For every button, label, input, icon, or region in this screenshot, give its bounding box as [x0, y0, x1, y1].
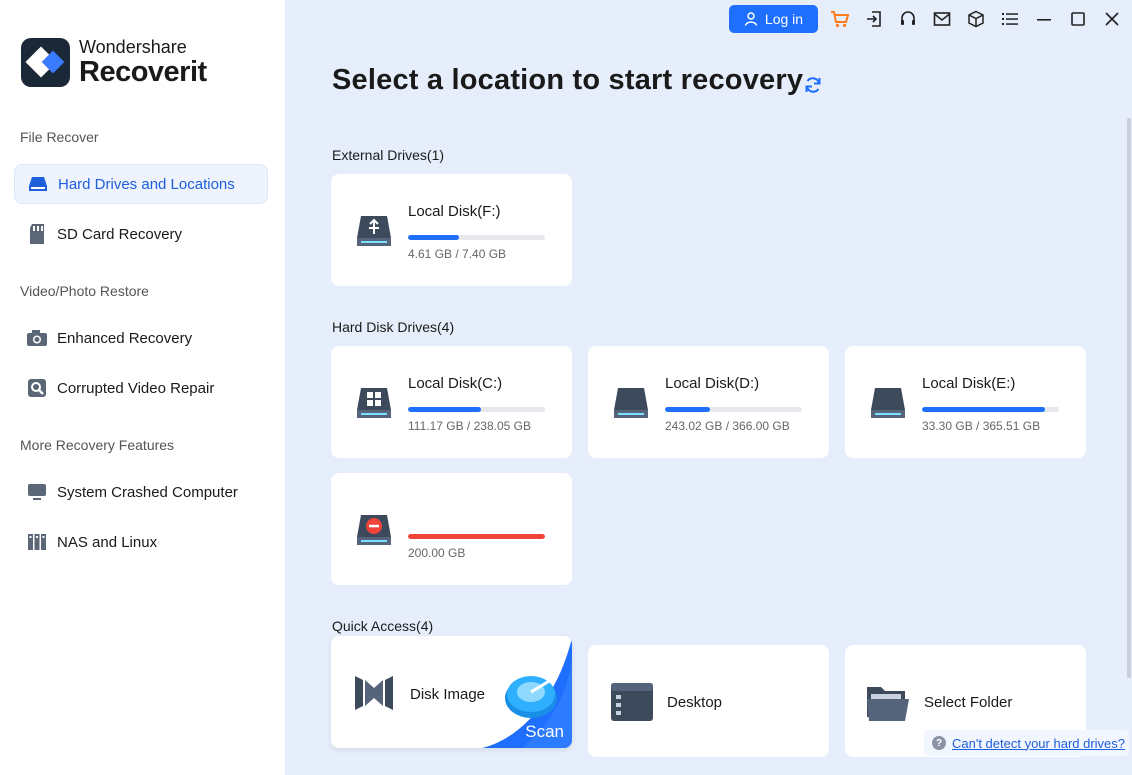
- sidebar-item-label: Corrupted Video Repair: [57, 379, 215, 397]
- logo-brand: Wondershare: [79, 37, 187, 57]
- section-label-more-features: More Recovery Features: [20, 437, 175, 453]
- refresh-icon[interactable]: [803, 75, 823, 95]
- login-label: Log in: [764, 11, 804, 27]
- nas-icon: [26, 532, 48, 552]
- sidebar-item-label: Enhanced Recovery: [57, 329, 193, 347]
- hard-drive-icon: [867, 382, 909, 424]
- folder-icon: [865, 681, 911, 728]
- hard-drive-icon: [27, 174, 49, 194]
- cube-icon[interactable]: [966, 9, 986, 29]
- drive-name: Local Disk(E:): [922, 375, 1016, 392]
- login-button[interactable]: Log in: [729, 5, 818, 33]
- list-menu-icon[interactable]: [1000, 9, 1020, 29]
- usage-bar: [408, 407, 545, 412]
- close-icon[interactable]: [1102, 9, 1122, 29]
- drive-card-unnamed[interactable]: 200.00 GB: [331, 473, 572, 585]
- drive-card-d[interactable]: Local Disk(D:) 243.02 GB / 366.00 GB: [588, 346, 829, 458]
- sidebar-item-label: NAS and Linux: [57, 533, 158, 551]
- scrollbar[interactable]: [1127, 118, 1131, 678]
- error-drive-icon: [353, 509, 395, 551]
- drive-name: Local Disk(D:): [665, 375, 760, 392]
- page-title: Select a location to start recovery: [332, 64, 804, 96]
- drive-card-c[interactable]: Local Disk(C:) 111.17 GB / 238.05 GB: [331, 346, 572, 458]
- group-label-external: External Drives(1): [332, 147, 445, 163]
- quick-access-desktop[interactable]: Desktop: [588, 645, 829, 757]
- sidebar-item-video-repair[interactable]: Corrupted Video Repair: [14, 368, 268, 408]
- usage-bar: [665, 407, 802, 412]
- minimize-icon[interactable]: [1034, 9, 1054, 29]
- cart-icon[interactable]: [830, 9, 850, 29]
- desktop-icon: [610, 681, 654, 728]
- drive-size: 200.00 GB: [408, 546, 466, 560]
- scan-button[interactable]: Scan: [525, 722, 564, 742]
- drive-size: 4.61 GB / 7.40 GB: [408, 247, 507, 261]
- usage-bar: [408, 534, 545, 539]
- scan-disc-icon: [503, 670, 559, 725]
- logo-product: Recoverit: [79, 56, 207, 88]
- drive-card-e[interactable]: Local Disk(E:) 33.30 GB / 365.51 GB: [845, 346, 1086, 458]
- user-icon: [744, 12, 758, 26]
- monitor-icon: [26, 482, 48, 502]
- quick-access-label: Desktop: [667, 694, 723, 711]
- quick-access-disk-image[interactable]: Disk Image Scan: [331, 636, 572, 748]
- cant-detect-link[interactable]: Can't detect your hard drives?: [952, 736, 1125, 751]
- hard-drive-icon: [610, 382, 652, 424]
- sidebar: Wondershare Recoverit File Recover Hard …: [0, 0, 285, 775]
- sidebar-item-hard-drives[interactable]: Hard Drives and Locations: [14, 164, 268, 204]
- sidebar-item-system-crashed[interactable]: System Crashed Computer: [14, 472, 268, 512]
- mail-icon[interactable]: [932, 9, 952, 29]
- drive-name: Local Disk(F:): [408, 203, 501, 220]
- drive-size: 111.17 GB / 238.05 GB: [408, 419, 531, 433]
- quick-access-label: Select Folder: [924, 694, 1013, 711]
- sign-in-icon[interactable]: [864, 9, 884, 29]
- sd-card-icon: [26, 224, 48, 244]
- sidebar-item-sd-card[interactable]: SD Card Recovery: [14, 214, 268, 254]
- group-label-hard: Hard Disk Drives(4): [332, 319, 455, 335]
- drive-card-f[interactable]: Local Disk(F:) 4.61 GB / 7.40 GB: [331, 174, 572, 286]
- help-link-container: ? Can't detect your hard drives?: [924, 730, 1129, 756]
- sidebar-item-nas-linux[interactable]: NAS and Linux: [14, 522, 268, 562]
- sidebar-item-label: System Crashed Computer: [57, 483, 238, 501]
- windows-drive-icon: [353, 382, 395, 424]
- video-repair-icon: [26, 378, 48, 398]
- drive-name: Local Disk(C:): [408, 375, 503, 392]
- usage-bar: [922, 407, 1059, 412]
- drive-size: 243.02 GB / 366.00 GB: [665, 419, 790, 433]
- sidebar-item-label: SD Card Recovery: [57, 225, 183, 243]
- group-label-quick: Quick Access(4): [332, 618, 434, 634]
- sidebar-item-label: Hard Drives and Locations: [58, 175, 235, 193]
- headset-icon[interactable]: [898, 9, 918, 29]
- drive-size: 33.30 GB / 365.51 GB: [922, 419, 1041, 433]
- sidebar-item-enhanced-recovery[interactable]: Enhanced Recovery: [14, 318, 268, 358]
- camera-icon: [26, 328, 48, 348]
- usb-drive-icon: [353, 210, 395, 252]
- maximize-icon[interactable]: [1068, 9, 1088, 29]
- app-logo: Wondershare Recoverit: [21, 38, 207, 87]
- section-label-file-recover: File Recover: [20, 129, 99, 145]
- section-label-video-photo: Video/Photo Restore: [20, 283, 149, 299]
- help-icon: ?: [932, 736, 946, 750]
- usage-bar: [408, 235, 545, 240]
- disk-image-icon: [353, 672, 395, 719]
- logo-mark-icon: [21, 38, 70, 87]
